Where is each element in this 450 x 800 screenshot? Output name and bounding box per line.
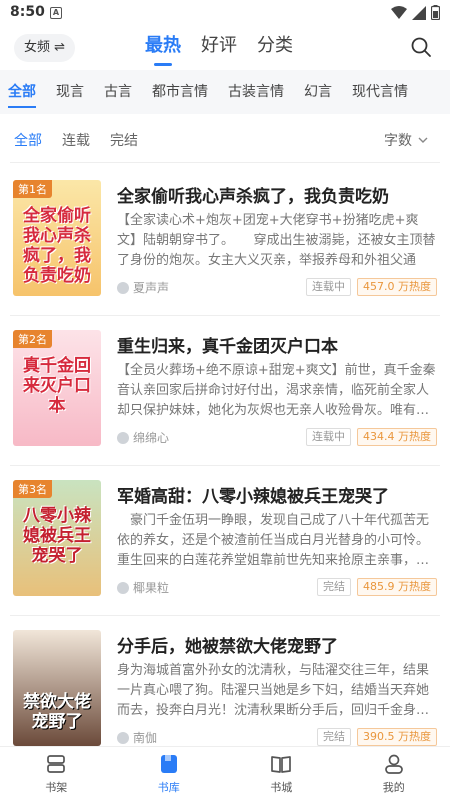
filter-all[interactable]: 全部 (14, 130, 42, 150)
profile-icon (384, 754, 403, 774)
book-title[interactable]: 全家偷听我心声杀疯了，我负责吃奶 (117, 182, 389, 207)
book-title[interactable]: 分手后，她被禁欲大佬宠野了 (117, 632, 338, 657)
library-icon (160, 755, 177, 773)
sort-dropdown[interactable]: 字数 (384, 130, 428, 150)
battery-icon (431, 5, 440, 20)
category-urban-romance[interactable]: 都市言情 (152, 70, 208, 114)
rank-badge: 第3名 (13, 480, 52, 498)
category-ancient[interactable]: 古言 (104, 70, 132, 114)
category-costume-romance[interactable]: 古装言情 (228, 70, 284, 114)
top-tabs: 最热 好评 分类 (145, 30, 293, 66)
filter-ongoing[interactable]: 连载 (62, 130, 90, 150)
book-description: 【全家读心术+炮灰+团宠+大佬穿书+扮猪吃虎+爽文】陆朝朝穿书了。 穿成出生被溺… (117, 213, 436, 268)
author: 椰果粒 (117, 579, 169, 596)
book-item[interactable]: 全家偷听我心声杀疯了，我负责吃奶 第1名 全家偷听我心声杀疯了，我负责吃奶 【全… (0, 166, 450, 316)
heat-badge: 434.4 万热度 (357, 428, 437, 446)
category-modern-romance[interactable]: 现代言情 (352, 70, 408, 114)
signal-icon (412, 5, 426, 20)
author: 绵绵心 (117, 429, 169, 446)
author-icon (117, 431, 129, 444)
divider (10, 162, 440, 163)
category-row: 全部 现言 古言 都市言情 古装言情 幻言 现代言情 (0, 70, 450, 114)
filter-row: 全部 连载 完结 字数 (0, 120, 450, 158)
book-item[interactable]: 真千金回来灭户口本 第2名 重生归来，真千金团灭户口本 【全员火葬场+绝不原谅+… (0, 316, 450, 466)
tab-category[interactable]: 分类 (257, 30, 293, 66)
status-badge: 连载中 (306, 278, 351, 296)
status-badge: 完结 (317, 578, 351, 596)
nav-label: 书城 (270, 781, 293, 794)
book-description: 身为海城首富外孙女的沈清秋，与陆濯交往三年，结果一片真心喂了狗。陆濯只当她是乡下… (117, 663, 430, 718)
author-name: 夏声声 (133, 281, 170, 295)
book-title[interactable]: 军婚高甜：八零小辣媳被兵王宠哭了 (117, 482, 389, 507)
nav-label: 书架 (45, 781, 68, 794)
status-badge: 连载中 (306, 428, 351, 446)
book-title[interactable]: 重生归来，真千金团灭户口本 (117, 332, 338, 357)
heat-badge: 457.0 万热度 (357, 278, 437, 296)
cover-text: 禁欲大佬宠野了 (23, 692, 91, 732)
search-icon[interactable] (410, 36, 432, 58)
book-meta: 南伽 完结 390.5 万热度 (117, 728, 437, 748)
status-time: 8:50 (10, 4, 45, 20)
bottom-nav: 书架 书库 书城 我的 (0, 746, 450, 800)
author-name: 南伽 (133, 731, 158, 745)
book-cover[interactable]: 真千金回来灭户口本 第2名 (13, 330, 101, 446)
author-name: 椰果粒 (133, 581, 170, 595)
book-meta: 夏声声 连载中 457.0 万热度 (117, 278, 437, 298)
notification-icon: A (50, 7, 62, 19)
swap-icon: ⇌ (54, 40, 66, 55)
nav-profile[interactable]: 我的 (338, 747, 450, 800)
status-badge: 完结 (317, 728, 351, 746)
cover-text: 八零小辣媳被兵王宠哭了 (23, 506, 91, 566)
tab-rated[interactable]: 好评 (201, 30, 237, 66)
rank-badge: 第2名 (13, 330, 52, 348)
status-filters: 全部 连载 完结 (14, 130, 138, 150)
author-name: 绵绵心 (133, 431, 170, 445)
rank-badge: 第1名 (13, 180, 52, 198)
author-icon (117, 581, 129, 594)
channel-switch-button[interactable]: 女频 ⇌ (14, 34, 76, 62)
author-icon (117, 281, 129, 294)
tab-hot[interactable]: 最热 (145, 30, 181, 66)
heat-badge: 390.5 万热度 (357, 728, 437, 746)
category-all[interactable]: 全部 (8, 70, 36, 114)
book-meta: 绵绵心 连载中 434.4 万热度 (117, 428, 437, 448)
chevron-down-icon (418, 137, 428, 143)
cover-text: 全家偷听我心声杀疯了，我负责吃奶 (23, 206, 91, 286)
book-item[interactable]: 八零小辣媳被兵王宠哭了 第3名 军婚高甜：八零小辣媳被兵王宠哭了 豪门千金伍玥一… (0, 466, 450, 616)
bookshelf-icon (47, 755, 66, 773)
nav-library[interactable]: 书库 (113, 747, 226, 800)
top-header: 女频 ⇌ 最热 好评 分类 (0, 26, 450, 68)
status-bar: 8:50 A (0, 0, 450, 26)
filter-completed[interactable]: 完结 (110, 130, 138, 150)
status-icons (391, 5, 440, 20)
bookstore-icon (271, 756, 292, 773)
heat-badge: 485.9 万热度 (357, 578, 437, 596)
wifi-icon (391, 5, 407, 19)
sort-label: 字数 (384, 133, 412, 149)
channel-label: 女频 (24, 40, 51, 55)
book-cover[interactable]: 禁欲大佬宠野了 (13, 630, 101, 746)
nav-label: 书库 (157, 781, 180, 794)
cover-text: 真千金回来灭户口本 (23, 356, 91, 416)
book-cover[interactable]: 八零小辣媳被兵王宠哭了 第3名 (13, 480, 101, 596)
category-fantasy[interactable]: 幻言 (304, 70, 332, 114)
nav-bookstore[interactable]: 书城 (225, 747, 338, 800)
book-cover[interactable]: 全家偷听我心声杀疯了，我负责吃奶 第1名 (13, 180, 101, 296)
book-description: 豪门千金伍玥一睁眼，发现自己成了八十年代孤苦无依的养女，还是个被渣前任当成白月光… (117, 513, 430, 568)
nav-bookshelf[interactable]: 书架 (0, 747, 113, 800)
author: 南伽 (117, 729, 157, 746)
book-description: 【全员火葬场+绝不原谅+甜宠+爽文】前世，真千金秦音认亲回家后拼命讨好付出，渴求… (117, 363, 436, 418)
author: 夏声声 (117, 279, 169, 296)
category-modern[interactable]: 现言 (56, 70, 84, 114)
nav-label: 我的 (382, 781, 405, 794)
book-item[interactable]: 禁欲大佬宠野了 分手后，她被禁欲大佬宠野了 身为海城首富外孙女的沈清秋，与陆濯交… (0, 616, 450, 766)
author-icon (117, 731, 129, 744)
book-meta: 椰果粒 完结 485.9 万热度 (117, 578, 437, 598)
